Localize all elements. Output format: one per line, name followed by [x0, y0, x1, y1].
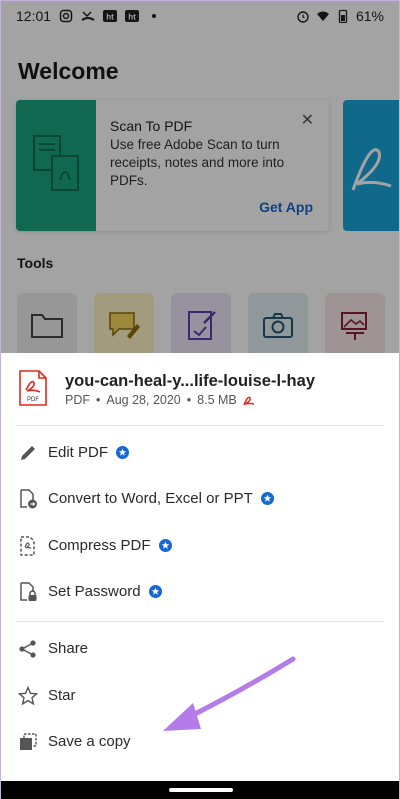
copy-icon [20, 733, 37, 750]
acrobat-small-icon [243, 396, 254, 406]
navigation-bar [1, 781, 399, 799]
menu-label: Star [48, 687, 76, 704]
home-indicator[interactable] [169, 788, 233, 792]
pdf-file-icon: PDF [19, 370, 47, 406]
pencil-icon [21, 446, 35, 460]
menu-label: Edit PDF [48, 444, 109, 461]
premium-star-icon [148, 585, 162, 598]
star-icon [18, 686, 38, 706]
file-meta: PDF • Aug 28, 2020 • 8.5 MB [65, 393, 255, 407]
convert-icon [20, 489, 37, 509]
file-size: 8.5 MB [197, 393, 237, 407]
app-background: 12:01 ht ht 61% Welcome Scan To PDF Use … [1, 1, 399, 353]
compress-icon [20, 536, 35, 556]
menu-edit-pdf[interactable]: Edit PDF [1, 431, 399, 475]
divider [16, 425, 384, 426]
file-header: PDF you-can-heal-y...life-louise-l-hay P… [1, 353, 399, 425]
share-icon [19, 640, 36, 658]
modal-scrim[interactable] [1, 1, 399, 353]
menu-label: Save a copy [48, 733, 131, 750]
annotation-arrow [163, 656, 296, 731]
menu-label: Compress PDF [48, 537, 151, 554]
file-name: you-can-heal-y...life-louise-l-hay [65, 372, 315, 390]
file-type: PDF [65, 393, 90, 407]
meta-separator: • [186, 393, 192, 407]
premium-star-icon [158, 539, 172, 552]
menu-set-password[interactable]: Set Password [1, 570, 399, 614]
menu-compress[interactable]: Compress PDF [1, 524, 399, 568]
premium-star-icon [260, 492, 274, 505]
meta-separator: • [96, 393, 101, 407]
pdf-file-icon-label: PDF [27, 397, 39, 403]
lock-file-icon [20, 582, 37, 601]
divider [16, 621, 384, 622]
menu-label: Convert to Word, Excel or PPT [48, 490, 253, 507]
file-date: Aug 28, 2020 [106, 393, 181, 407]
menu-convert[interactable]: Convert to Word, Excel or PPT [1, 477, 399, 521]
menu-label: Set Password [48, 583, 141, 600]
menu-label: Share [48, 640, 89, 657]
premium-star-icon [116, 446, 130, 459]
